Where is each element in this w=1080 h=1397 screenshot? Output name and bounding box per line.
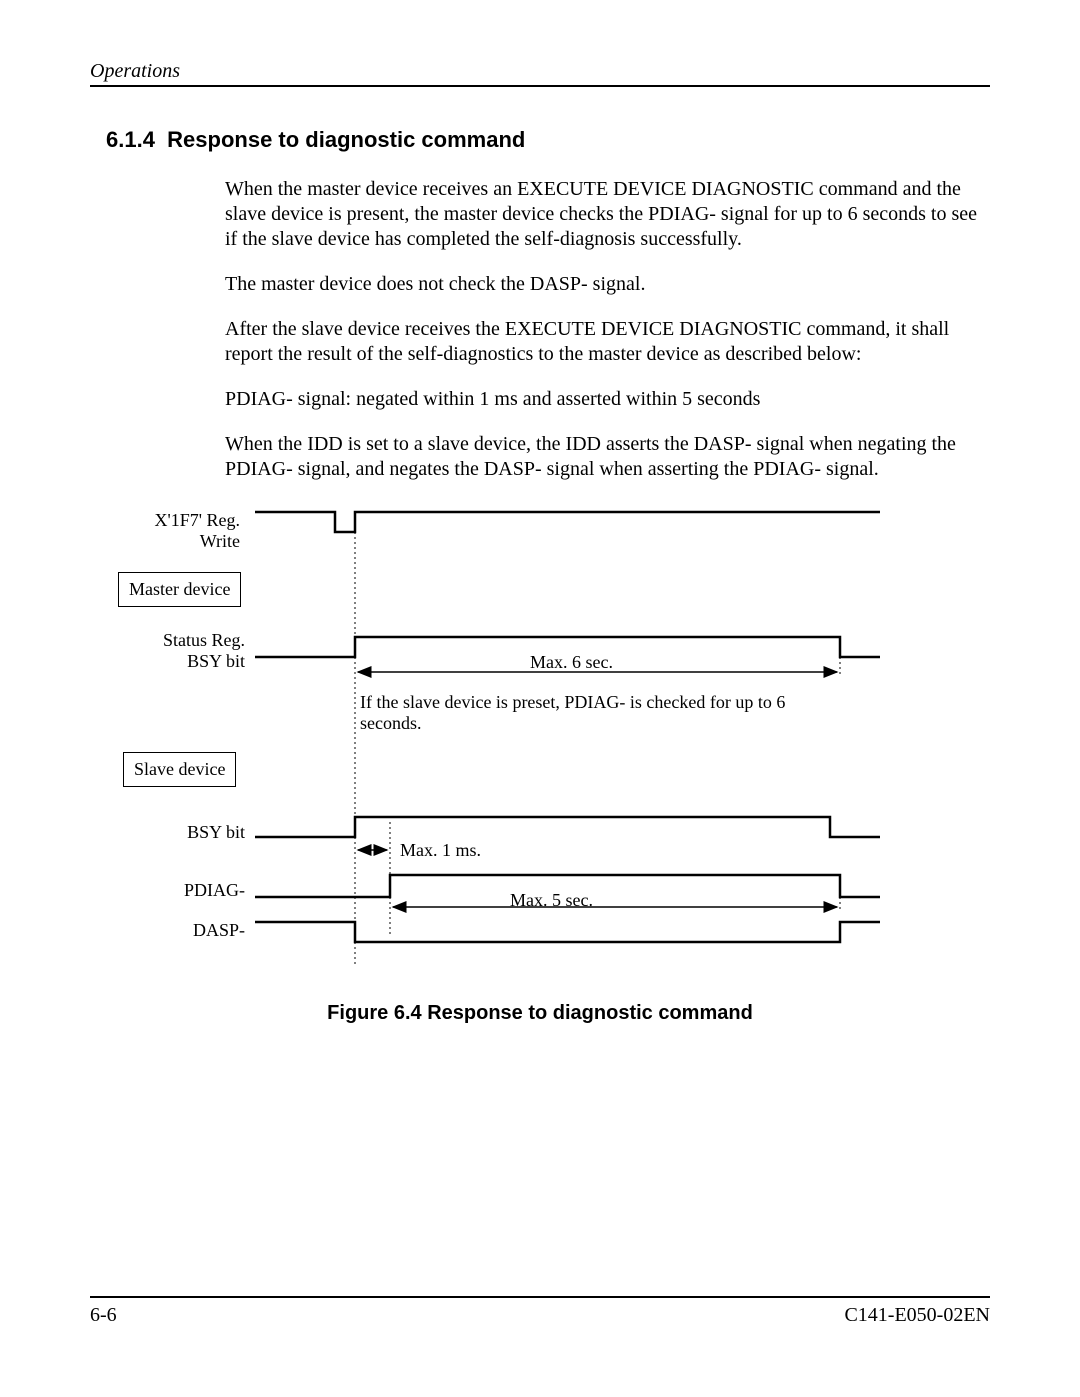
timing-diagram: X'1F7' Reg. Write Master device Status R… [90, 502, 990, 972]
paragraph: The master device does not check the DAS… [225, 272, 980, 297]
timing-svg [90, 502, 990, 972]
doc-id: C141-E050-02EN [844, 1304, 990, 1327]
section-number: 6.1.4 [106, 127, 155, 152]
paragraph: PDIAG- signal: negated within 1 ms and a… [225, 387, 980, 412]
figure-caption: Figure 6.4 Response to diagnostic comman… [90, 1002, 990, 1025]
paragraph: When the IDD is set to a slave device, t… [225, 432, 980, 482]
page-number: 6-6 [90, 1304, 117, 1327]
paragraph: When the master device receives an EXECU… [225, 177, 980, 252]
page-footer: 6-6 C141-E050-02EN [90, 1296, 990, 1327]
section-heading: 6.1.4 Response to diagnostic command [106, 127, 990, 153]
section-title: Response to diagnostic command [167, 127, 525, 152]
running-header: Operations [90, 60, 990, 87]
paragraph: After the slave device receives the EXEC… [225, 317, 980, 367]
